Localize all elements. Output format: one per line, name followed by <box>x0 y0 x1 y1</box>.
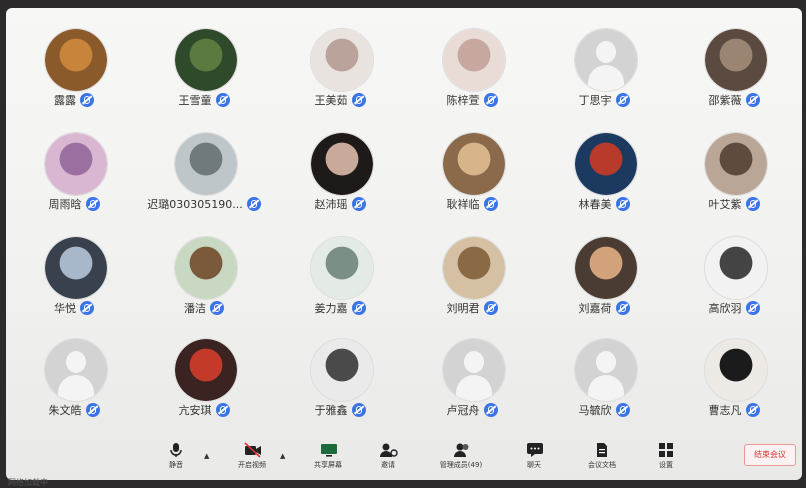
mic-muted-icon <box>351 403 366 417</box>
participant-tile[interactable]: 卢冠舟 <box>406 310 538 417</box>
participant-name-row: 曹志凡 <box>668 402 800 418</box>
participant-tile[interactable]: 于雅鑫 <box>274 310 406 417</box>
participant-tile[interactable]: 刘明君 <box>406 208 538 315</box>
cartoon-avatar <box>174 236 238 300</box>
mute-label: 静音 <box>169 461 183 469</box>
participant-tile[interactable]: 刘嘉荷 <box>538 208 670 315</box>
share-screen-button[interactable]: 共享屏幕 <box>298 442 358 470</box>
cats-avatar <box>442 236 506 300</box>
cat-avatar <box>442 132 506 196</box>
participant-name-row: 卢冠舟 <box>406 402 538 418</box>
mute-options-caret[interactable]: ▲ <box>204 452 209 460</box>
settings-button[interactable]: 设置 <box>636 442 696 470</box>
mic-muted-icon <box>745 403 760 417</box>
document-icon <box>594 442 610 458</box>
meeting-docs-label: 会议文档 <box>588 461 616 469</box>
photo-avatar <box>704 28 768 92</box>
anime-teen-avatar <box>310 236 374 300</box>
invite-label: 邀请 <box>381 461 395 469</box>
default-avatar <box>574 338 638 402</box>
participant-tile[interactable]: 丁思宇 <box>538 8 670 107</box>
participant-name-row: 于雅鑫 <box>274 402 406 418</box>
mute-button[interactable]: 静音 <box>146 442 206 470</box>
default-avatar <box>442 338 506 402</box>
share-screen-label: 共享屏幕 <box>314 461 342 469</box>
invite-user-icon <box>380 442 398 458</box>
participant-tile[interactable]: 陈梓萱 <box>406 8 538 107</box>
participant-name-row: 亢安琪 <box>138 402 270 418</box>
participant-tile[interactable]: 周雨晗 <box>8 104 140 211</box>
participant-tile[interactable]: 曹志凡 <box>668 310 800 417</box>
members-icon <box>453 442 469 458</box>
default-avatar <box>44 338 108 402</box>
participant-tile[interactable]: 露露 <box>8 8 140 107</box>
chat-button[interactable]: 聊天 <box>504 442 564 470</box>
microphone-icon <box>168 442 184 458</box>
participant-name: 于雅鑫 <box>314 404 348 417</box>
participant-grid: 露露 王雪童 王美茹 陈梓萱 丁思宇 邵紫薇周雨晗 迟璐030305190... 赵沛瑶 耿祥临… <box>6 8 802 438</box>
participant-tile[interactable]: 高欣羽 <box>668 208 800 315</box>
pink-girl-avatar <box>44 132 108 196</box>
participant-name: 曹志凡 <box>708 404 742 417</box>
default-avatar <box>574 28 638 92</box>
manage-members-button[interactable]: 管理成员(49) <box>426 442 496 470</box>
mic-muted-icon <box>85 403 100 417</box>
share-screen-icon <box>320 442 337 458</box>
participant-name: 亢安琪 <box>178 404 212 417</box>
meeting-window: 露露 王雪童 王美茹 陈梓萱 丁思宇 邵紫薇周雨晗 迟璐030305190... 赵沛瑶 耿祥临… <box>6 8 802 480</box>
participant-name-row: 马毓欣 <box>538 402 670 418</box>
mic-muted-icon <box>215 403 230 417</box>
mic-muted-icon <box>615 403 630 417</box>
participant-tile[interactable]: 邵紫薇 <box>668 8 800 107</box>
participant-tile[interactable]: 朱文皓 <box>8 310 140 417</box>
mic-muted-icon <box>483 403 498 417</box>
settings-label: 设置 <box>659 461 673 469</box>
video-label: 开启视频 <box>238 461 266 469</box>
participant-name: 马毓欣 <box>578 404 612 417</box>
camera-off-icon <box>244 442 261 458</box>
doodle-avatar <box>704 236 768 300</box>
silhouette-photo-avatar <box>704 338 768 402</box>
anime-boy-avatar <box>44 236 108 300</box>
poster-avatar <box>574 132 638 196</box>
participant-tile[interactable]: 林春美 <box>538 104 670 211</box>
sketch-avatar <box>442 28 506 92</box>
participant-tile[interactable]: 王雪童 <box>138 8 270 107</box>
video-options-caret[interactable]: ▲ <box>280 452 285 460</box>
status-text: 网络加载中 <box>8 478 48 487</box>
person-avatar <box>174 132 238 196</box>
woman-avatar <box>174 338 238 402</box>
anime-girl-avatar <box>310 28 374 92</box>
participant-tile[interactable]: 亢安琪 <box>138 310 270 417</box>
chat-label: 聊天 <box>527 461 541 469</box>
video-button[interactable]: 开启视频 <box>222 442 282 470</box>
participant-name-row: 朱文皓 <box>8 402 140 418</box>
participant-tile[interactable]: 赵沛瑶 <box>274 104 406 211</box>
chibi-avatar <box>310 338 374 402</box>
character-avatar <box>574 236 638 300</box>
meeting-toolbar: 静音 ▲ 开启视频 ▲ 共享屏幕 邀请 管理成员(49) 聊天 会议文档 设置 … <box>6 438 802 480</box>
participant-tile[interactable]: 叶艾紫 <box>668 104 800 211</box>
forest-avatar <box>174 28 238 92</box>
manage-members-label: 管理成员(49) <box>439 461 483 469</box>
participant-tile[interactable]: 潘洁 <box>138 208 270 315</box>
participant-tile[interactable]: 王美茹 <box>274 8 406 107</box>
participant-tile[interactable]: 华悦 <box>8 208 140 315</box>
participant-tile[interactable]: 耿祥临 <box>406 104 538 211</box>
end-meeting-button[interactable]: 结束会议 <box>744 444 796 466</box>
participant-tile[interactable]: 迟璐030305190... <box>138 104 270 211</box>
participant-tile[interactable]: 马毓欣 <box>538 310 670 417</box>
participant-name: 卢冠舟 <box>446 404 480 417</box>
participant-tile[interactable]: 姜力嘉 <box>274 208 406 315</box>
participant-name: 朱文皓 <box>48 404 82 417</box>
meeting-docs-button[interactable]: 会议文档 <box>572 442 632 470</box>
owl-avatar <box>44 28 108 92</box>
vintage-avatar <box>704 132 768 196</box>
chat-icon <box>526 442 543 458</box>
settings-grid-icon <box>658 442 674 458</box>
invite-button[interactable]: 邀请 <box>358 442 418 470</box>
portrait-avatar <box>310 132 374 196</box>
